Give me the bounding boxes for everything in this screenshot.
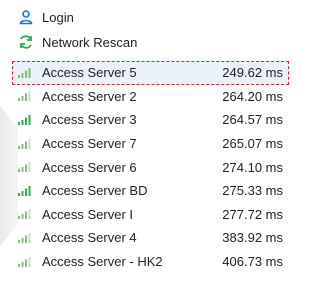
server-name: Access Server 2 bbox=[42, 88, 137, 104]
server-name: Access Server 5 bbox=[42, 65, 137, 81]
signal-strength-icon bbox=[12, 67, 42, 78]
server-latency: 265.07 ms bbox=[222, 136, 283, 152]
server-name: Access Server 4 bbox=[42, 230, 137, 246]
server-latency: 275.33 ms bbox=[222, 183, 283, 199]
network-rescan-menu-item[interactable]: Network Rescan bbox=[18, 31, 137, 53]
server-latency: 277.72 ms bbox=[222, 206, 283, 222]
signal-strength-icon bbox=[12, 138, 42, 149]
signal-strength-icon bbox=[12, 91, 42, 102]
server-row[interactable]: Access Server BD 275.33 ms bbox=[12, 179, 289, 203]
signal-strength-icon bbox=[12, 114, 42, 125]
server-name: Access Server I bbox=[42, 206, 134, 222]
server-latency: 383.92 ms bbox=[222, 230, 283, 246]
server-row[interactable]: Access Server - HK2 406.73 ms bbox=[12, 250, 289, 274]
server-latency: 406.73 ms bbox=[222, 254, 283, 270]
server-name: Access Server - HK2 bbox=[42, 254, 163, 270]
server-name: Access Server BD bbox=[42, 183, 148, 199]
server-row[interactable]: Access Server 2 264.20 ms bbox=[12, 85, 289, 109]
server-latency: 264.57 ms bbox=[222, 112, 283, 128]
signal-strength-icon bbox=[12, 209, 42, 220]
server-latency: 264.20 ms bbox=[222, 88, 283, 104]
refresh-icon bbox=[18, 34, 34, 50]
server-row[interactable]: Access Server 5 249.62 ms bbox=[12, 61, 289, 85]
server-row[interactable]: Access Server 7 265.07 ms bbox=[12, 132, 289, 156]
server-name: Access Server 6 bbox=[42, 159, 137, 175]
server-row[interactable]: Access Server 6 274.10 ms bbox=[12, 155, 289, 179]
server-latency: 249.62 ms bbox=[222, 65, 283, 81]
signal-strength-icon bbox=[12, 185, 42, 196]
login-label: Login bbox=[42, 9, 74, 25]
server-latency: 274.10 ms bbox=[222, 159, 283, 175]
server-row[interactable]: Access Server I 277.72 ms bbox=[12, 203, 289, 227]
server-row[interactable]: Access Server 3 264.57 ms bbox=[12, 108, 289, 132]
network-rescan-label: Network Rescan bbox=[42, 34, 138, 50]
signal-strength-icon bbox=[12, 232, 42, 243]
login-menu-item[interactable]: Login bbox=[18, 6, 74, 28]
server-name: Access Server 7 bbox=[42, 136, 137, 152]
server-row[interactable]: Access Server 4 383.92 ms bbox=[12, 226, 289, 250]
server-name: Access Server 3 bbox=[42, 112, 137, 128]
signal-strength-icon bbox=[12, 256, 42, 267]
server-list: Access Server 5 249.62 ms Access Server … bbox=[12, 61, 289, 273]
signal-strength-icon bbox=[12, 162, 42, 173]
user-icon bbox=[18, 9, 34, 25]
